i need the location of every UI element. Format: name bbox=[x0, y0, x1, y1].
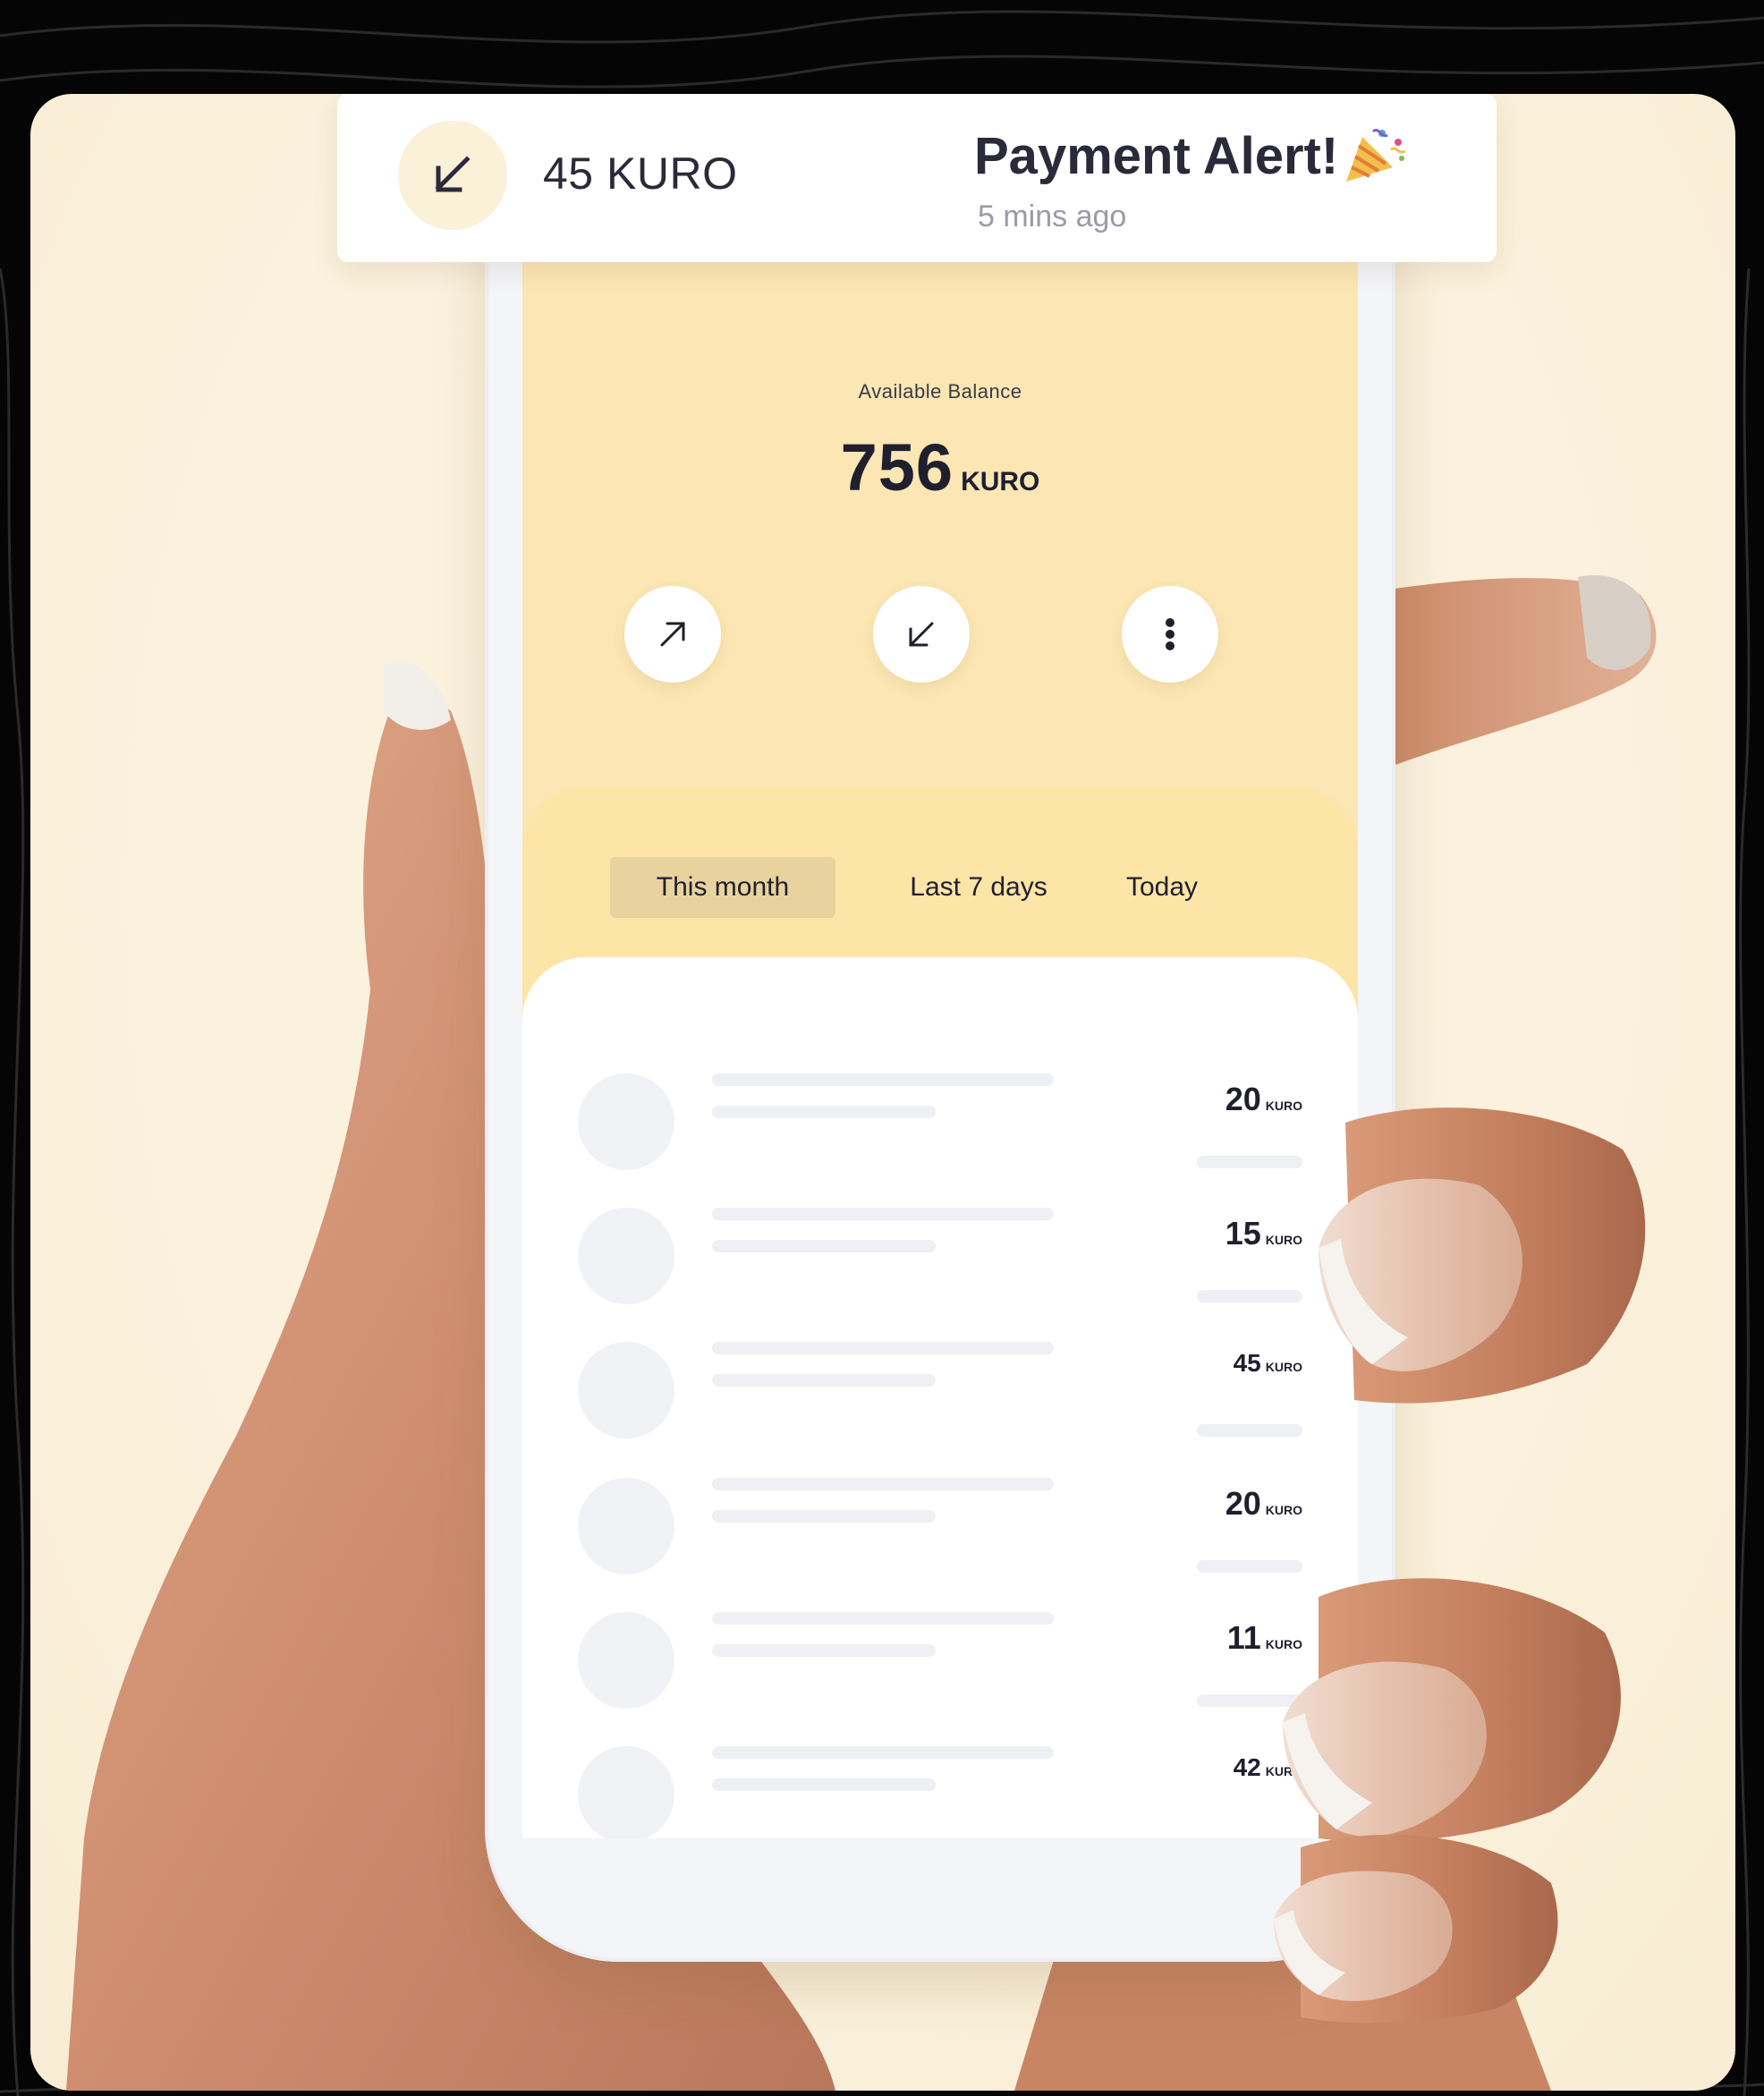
list-item[interactable]: 42 KURO bbox=[522, 1746, 1358, 1838]
notification-icon-badge bbox=[398, 121, 507, 230]
skeleton-line bbox=[712, 1374, 936, 1387]
transaction-amount: 45 KURO bbox=[1234, 1349, 1302, 1378]
hero-card: Available Balance 756 KURO This month Las… bbox=[30, 94, 1735, 2091]
list-item[interactable]: 20 KURO bbox=[522, 1478, 1358, 1612]
amount-value: 42 bbox=[1233, 1753, 1261, 1781]
notification-amount: 45 KURO bbox=[543, 149, 738, 199]
send-button[interactable] bbox=[624, 586, 721, 683]
receive-button[interactable] bbox=[873, 586, 970, 683]
tab-last-7-days[interactable]: Last 7 days bbox=[889, 857, 1068, 918]
transaction-amount: 20 KURO bbox=[1225, 1485, 1302, 1523]
skeleton-line bbox=[712, 1106, 936, 1118]
skeleton-line bbox=[1197, 1290, 1302, 1303]
amount-value: 15 bbox=[1225, 1215, 1261, 1252]
payment-notification[interactable]: 45 KURO Payment Alert! 5 mins ago bbox=[337, 94, 1497, 262]
amount-value: 20 bbox=[1225, 1485, 1261, 1522]
list-item[interactable]: 15 KURO bbox=[522, 1208, 1358, 1342]
skeleton-line bbox=[712, 1478, 1054, 1490]
balance-amount: 756 KURO bbox=[522, 429, 1358, 505]
skeleton-line bbox=[712, 1612, 1054, 1625]
balance-unit: KURO bbox=[961, 467, 1040, 496]
transaction-list: 20 KURO 15 KURO 45 KURO 20 KURO 11 KURO … bbox=[522, 957, 1358, 1838]
skeleton-line bbox=[712, 1342, 1054, 1354]
skeleton-line bbox=[712, 1510, 936, 1523]
skeleton-line bbox=[712, 1240, 936, 1252]
skeleton-line bbox=[1197, 1424, 1302, 1437]
notification-title: Payment Alert! bbox=[974, 127, 1339, 185]
amount-value: 20 bbox=[1225, 1081, 1261, 1117]
amount-value: 11 bbox=[1226, 1619, 1261, 1656]
balance-label: Available Balance bbox=[858, 380, 1022, 403]
list-item[interactable]: 45 KURO bbox=[522, 1342, 1358, 1476]
party-popper-icon bbox=[1346, 129, 1406, 182]
avatar bbox=[578, 1478, 674, 1574]
amount-value: 45 bbox=[1233, 1349, 1261, 1377]
more-vertical-icon bbox=[1166, 618, 1175, 650]
skeleton-line bbox=[712, 1746, 1054, 1759]
avatar bbox=[578, 1073, 674, 1170]
arrow-down-left-icon bbox=[435, 156, 471, 192]
skeleton-line bbox=[1197, 1156, 1302, 1168]
balance-value: 756 bbox=[840, 430, 954, 505]
avatar bbox=[578, 1612, 674, 1709]
transaction-amount: 11 KURO bbox=[1227, 1619, 1302, 1657]
amount-unit: KURO bbox=[1265, 1764, 1302, 1778]
avatar bbox=[578, 1208, 674, 1304]
avatar bbox=[578, 1746, 674, 1838]
skeleton-line bbox=[712, 1208, 1054, 1220]
amount-unit: KURO bbox=[1265, 1360, 1302, 1374]
amount-unit: KURO bbox=[1265, 1503, 1302, 1517]
notification-time: 5 mins ago bbox=[978, 199, 1127, 233]
skeleton-line bbox=[1197, 1560, 1302, 1573]
more-button[interactable] bbox=[1122, 586, 1218, 683]
skeleton-line bbox=[712, 1644, 936, 1657]
amount-unit: KURO bbox=[1265, 1233, 1302, 1247]
list-item[interactable]: 11 KURO bbox=[522, 1612, 1358, 1746]
arrow-down-left-icon bbox=[909, 622, 934, 647]
amount-unit: KURO bbox=[1265, 1637, 1302, 1651]
tab-today[interactable]: Today bbox=[1104, 857, 1220, 918]
transaction-amount: 15 KURO bbox=[1225, 1215, 1302, 1252]
avatar bbox=[578, 1342, 674, 1438]
arrow-up-right-icon bbox=[660, 622, 685, 647]
tab-this-month[interactable]: This month bbox=[610, 857, 835, 918]
skeleton-line bbox=[1197, 1694, 1302, 1707]
skeleton-line bbox=[712, 1073, 1054, 1086]
skeleton-line bbox=[712, 1778, 936, 1791]
transaction-amount: 42 KURO bbox=[1234, 1753, 1302, 1782]
phone-screen: Available Balance 756 KURO This month Las… bbox=[522, 134, 1358, 1838]
amount-unit: KURO bbox=[1265, 1099, 1302, 1113]
transaction-amount: 20 KURO bbox=[1225, 1081, 1302, 1118]
list-item[interactable]: 20 KURO bbox=[522, 1073, 1358, 1208]
